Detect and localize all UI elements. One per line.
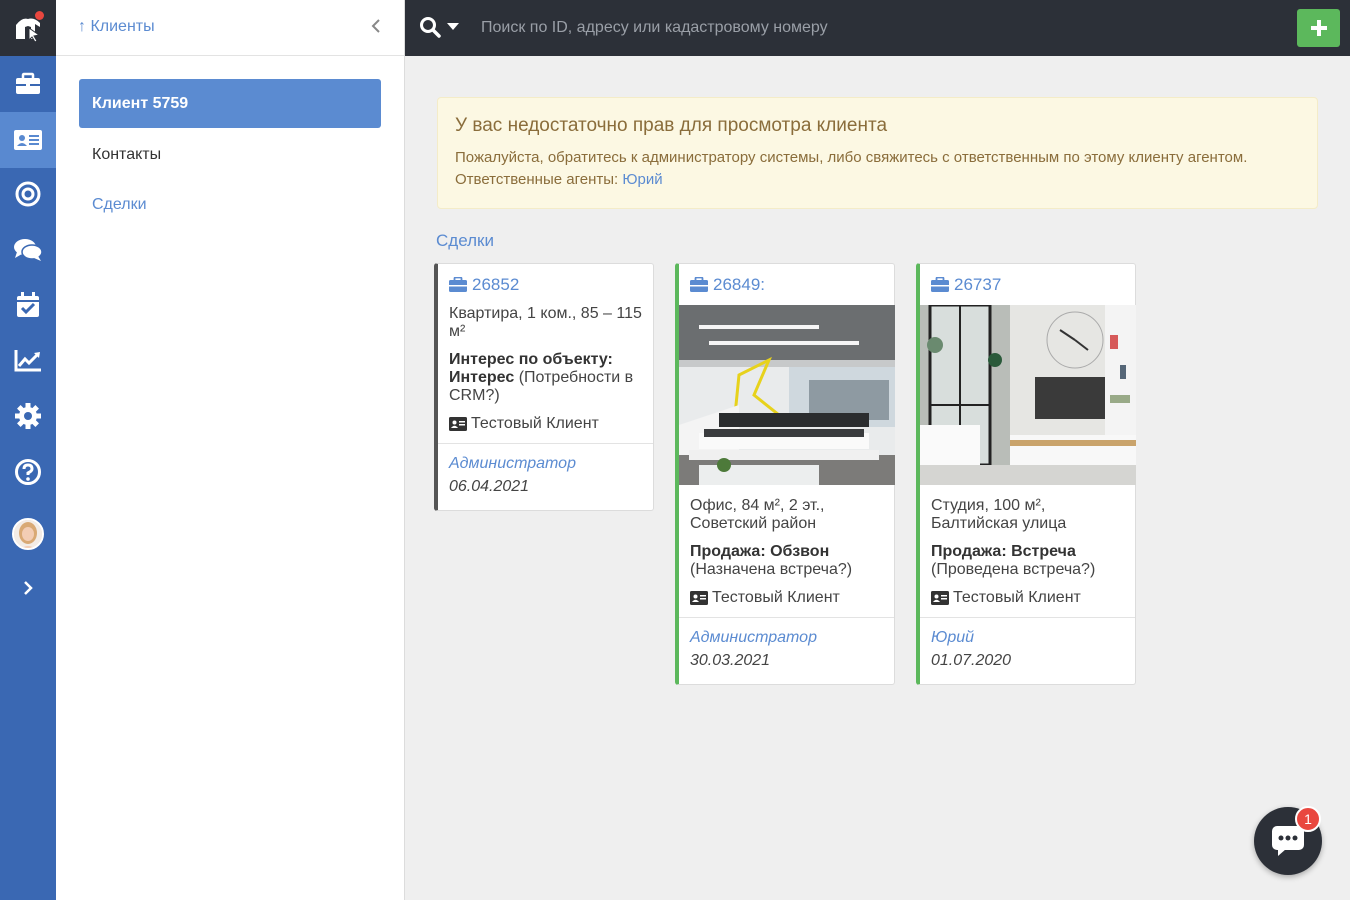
id-card-icon (931, 591, 949, 605)
deal-description: Квартира, 1 ком., 85 – 115 м² (449, 305, 642, 340)
chevron-right-icon (24, 581, 33, 595)
rail-item-settings[interactable] (0, 388, 56, 444)
alert-text: Пожалуйста, обратитесь к администратору … (455, 147, 1300, 191)
deal-footer: Администратор 30.03.2021 (679, 617, 894, 684)
top-bar (405, 0, 1350, 56)
help-icon (15, 459, 41, 485)
gear-icon (15, 403, 41, 429)
briefcase-icon (931, 277, 949, 292)
sidebar-item-client[interactable]: Клиент 5759 (79, 79, 381, 128)
plus-icon (1310, 20, 1327, 36)
deal-client-name: Тестовый Клиент (471, 415, 599, 432)
chat-unread-badge: 1 (1295, 806, 1321, 832)
alert-message: Пожалуйста, обратитесь к администратору … (455, 149, 1248, 166)
office-photo[interactable] (679, 305, 895, 485)
rail-item-deals[interactable] (0, 56, 56, 112)
sidebar-header: ↑ Клиенты (56, 0, 404, 56)
deal-footer: Юрий 01.07.2020 (920, 617, 1135, 684)
deal-client-name: Тестовый Клиент (953, 589, 1081, 606)
chat-widget-button[interactable]: 1 (1254, 806, 1322, 875)
chevron-left-icon (371, 19, 380, 33)
user-avatar (12, 518, 44, 550)
deal-stage: Продажа: Встреча (Проведена встреча?) (931, 543, 1124, 579)
deal-card[interactable]: 26852 Квартира, 1 ком., 85 – 115 м² Инте… (434, 263, 654, 511)
rail-expand-button[interactable] (0, 560, 56, 616)
add-button[interactable] (1297, 9, 1340, 47)
deal-date: 30.03.2021 (690, 652, 771, 669)
target-icon (15, 181, 41, 207)
deal-agent[interactable]: Администратор (449, 452, 642, 475)
briefcase-icon (16, 72, 40, 94)
deal-stage-title: Продажа: Обзвон (690, 543, 830, 560)
deal-id: 26737 (954, 274, 1002, 294)
client-sidebar: ↑ Клиенты Клиент 5759 Контакты Сделки (56, 0, 405, 900)
deal-id-link[interactable]: 26852 (438, 264, 653, 305)
deal-date: 06.04.2021 (449, 478, 530, 495)
rail-item-profile[interactable] (0, 506, 56, 562)
deal-description: Офис, 84 м², 2 эт., Советский район (690, 497, 825, 532)
deal-id: 26852 (472, 274, 520, 294)
deal-id: 26849: (713, 274, 765, 294)
id-card-icon (690, 591, 708, 605)
deal-footer: Администратор 06.04.2021 (438, 443, 653, 510)
app-logo[interactable] (0, 0, 56, 56)
rail-item-objects[interactable] (0, 166, 56, 222)
deal-stage: Продажа: Обзвон (Назначена встреча?) (690, 543, 883, 579)
deal-id-link[interactable]: 26849: (679, 264, 894, 305)
deal-stage-note: (Назначена встреча?) (690, 561, 853, 578)
deals-section-title: Сделки (436, 231, 494, 250)
sidebar-item-label: Контакты (92, 145, 162, 163)
caret-down-icon (447, 23, 459, 30)
deal-client[interactable]: Тестовый Клиент (449, 415, 642, 433)
search-icon (420, 17, 441, 38)
rail-item-tasks[interactable] (0, 277, 56, 333)
alert-title: У вас недостаточно прав для просмотра кл… (455, 115, 888, 136)
deal-stage-title: Интерес по объекту: (449, 351, 613, 368)
deal-client-name: Тестовый Клиент (712, 589, 840, 606)
search-mode-dropdown[interactable] (419, 16, 459, 38)
rail-item-clients[interactable] (0, 112, 56, 168)
deal-client[interactable]: Тестовый Клиент (690, 589, 883, 607)
deal-body: Студия, 100 м², Балтийская улица Продажа… (920, 485, 1135, 617)
sidebar-item-contacts[interactable]: Контакты (79, 130, 381, 179)
rail-item-help[interactable] (0, 444, 56, 500)
deal-agent[interactable]: Администратор (690, 626, 883, 649)
alert-agents-label: Ответственные агенты: (455, 171, 619, 188)
deal-card[interactable]: 26849: Офис, 84 м², 2 эт., Советский рай… (675, 263, 895, 685)
back-to-clients-link[interactable]: ↑ Клиенты (78, 18, 155, 36)
notification-dot (35, 11, 44, 20)
briefcase-icon (449, 277, 467, 292)
deal-body: Офис, 84 м², 2 эт., Советский район Прод… (679, 485, 894, 617)
calendar-check-icon (17, 292, 39, 317)
rail-item-messages[interactable] (0, 222, 56, 278)
chart-line-icon (14, 350, 41, 372)
id-card-icon (14, 130, 42, 150)
collapse-sidebar-button[interactable] (370, 17, 382, 40)
deal-client[interactable]: Тестовый Клиент (931, 589, 1124, 607)
search-input[interactable] (471, 12, 1271, 44)
sidebar-item-label: Сделки (92, 195, 147, 213)
deal-stage: Интерес по объекту: Интерес (Потребности… (449, 351, 642, 405)
deal-body: Квартира, 1 ком., 85 – 115 м² Интерес по… (438, 305, 653, 443)
icon-rail (0, 0, 56, 900)
deal-stage-title: Продажа: Встреча (931, 543, 1076, 560)
deal-card[interactable]: 26737 Студия, 100 м², Балтийская улица П… (916, 263, 1136, 685)
rail-item-analytics[interactable] (0, 332, 56, 388)
deal-stage-name: Интерес (449, 369, 515, 386)
access-warning-alert: У вас недостаточно прав для просмотра кл… (437, 97, 1318, 209)
deal-agent[interactable]: Юрий (931, 626, 1124, 649)
alert-agent-link[interactable]: Юрий (622, 171, 662, 188)
deal-stage-note: (Проведена встреча?) (931, 561, 1096, 578)
briefcase-icon (690, 277, 708, 292)
deal-date: 01.07.2020 (931, 652, 1012, 669)
id-card-icon (449, 417, 467, 431)
deal-description: Студия, 100 м², Балтийская улица (931, 497, 1067, 532)
sidebar-item-deals[interactable]: Сделки (79, 180, 381, 229)
studio-photo[interactable] (920, 305, 1136, 485)
sidebar-item-label: Клиент 5759 (92, 94, 189, 112)
chat-icon (14, 239, 43, 261)
deal-id-link[interactable]: 26737 (920, 264, 1135, 305)
